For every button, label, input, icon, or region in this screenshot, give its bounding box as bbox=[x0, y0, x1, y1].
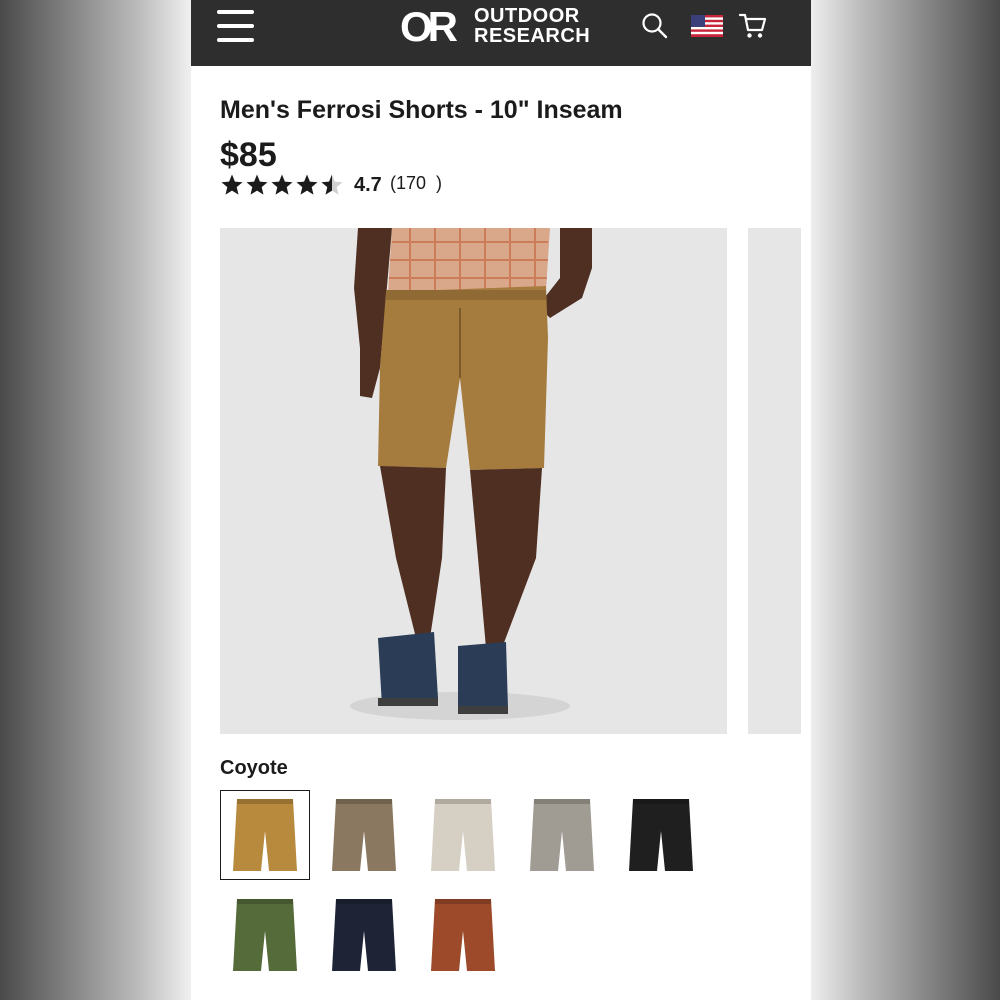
cart-icon[interactable] bbox=[738, 11, 768, 41]
selected-color-label: Coyote bbox=[220, 757, 288, 779]
shorts-swatch-icon bbox=[233, 799, 297, 871]
rating-value: 4.7 bbox=[354, 174, 382, 196]
product-image-next-peek[interactable] bbox=[748, 228, 801, 734]
star-rating-icon bbox=[221, 174, 343, 195]
logo-line-2: RESEARCH bbox=[474, 25, 591, 47]
shorts-swatch-icon bbox=[431, 899, 495, 971]
outdoor-research-logo[interactable]: OR OUTDOOR RESEARCH bbox=[400, 3, 600, 50]
color-swatch[interactable] bbox=[418, 890, 508, 980]
model-wearing-shorts-image bbox=[350, 228, 592, 720]
product-price: $85 bbox=[220, 136, 277, 174]
shorts-swatch-icon bbox=[233, 899, 297, 971]
shorts-swatch-icon bbox=[530, 799, 594, 871]
product-page: OR OUTDOOR RESEARCH Men's Ferrosi Shorts… bbox=[191, 0, 811, 1000]
rating-summary[interactable]: 4.7 (170 ) bbox=[220, 172, 520, 198]
menu-icon[interactable] bbox=[217, 9, 257, 45]
color-swatch[interactable] bbox=[517, 790, 607, 880]
logo-mark: OR bbox=[400, 3, 458, 50]
top-navigation-bar: OR OUTDOOR RESEARCH bbox=[191, 0, 811, 66]
us-flag-icon[interactable] bbox=[691, 15, 723, 37]
color-swatch[interactable] bbox=[616, 790, 706, 880]
color-swatch[interactable] bbox=[319, 790, 409, 880]
product-image-main[interactable] bbox=[220, 228, 727, 734]
shorts-swatch-icon bbox=[332, 899, 396, 971]
shorts-swatch-icon bbox=[629, 799, 693, 871]
color-swatch[interactable] bbox=[220, 890, 310, 980]
color-swatch[interactable] bbox=[319, 890, 409, 980]
shorts-swatch-icon bbox=[332, 799, 396, 871]
review-count-link[interactable]: (170 ) bbox=[390, 173, 442, 194]
search-icon[interactable] bbox=[641, 12, 669, 40]
logo-line-1: OUTDOOR bbox=[474, 5, 580, 27]
color-swatch[interactable] bbox=[220, 790, 310, 880]
color-swatch[interactable] bbox=[418, 790, 508, 880]
product-title: Men's Ferrosi Shorts - 10" Inseam bbox=[220, 96, 623, 124]
logo-wordmark: OUTDOOR RESEARCH bbox=[474, 6, 590, 46]
shorts-swatch-icon bbox=[431, 799, 495, 871]
